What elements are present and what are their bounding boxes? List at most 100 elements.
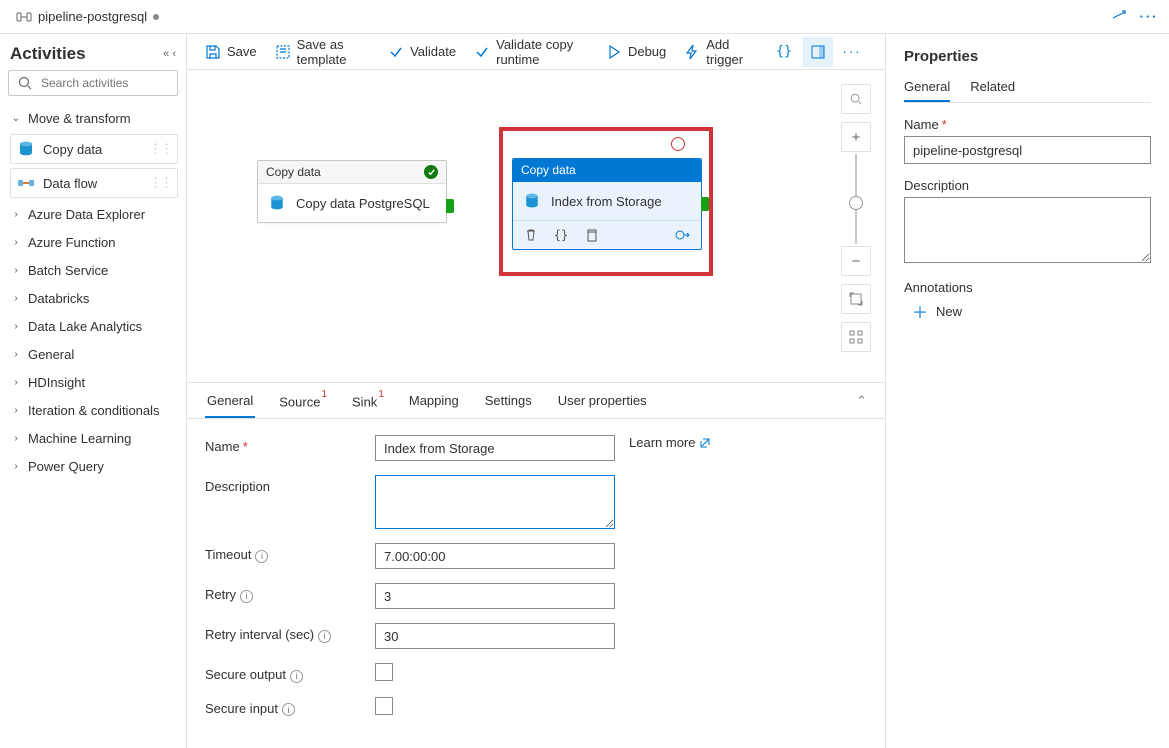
group-azure-function[interactable]: ›Azure Function (8, 228, 178, 256)
chevron-right-icon: › (10, 433, 22, 444)
activity-description-input[interactable] (375, 475, 615, 529)
lightning-icon (684, 44, 700, 60)
save-icon (205, 44, 221, 60)
tab-sink[interactable]: Sink1 (350, 383, 385, 418)
info-icon[interactable]: i (240, 590, 253, 603)
zoom-fit-button[interactable] (841, 284, 871, 314)
more-icon[interactable]: ··· (1141, 9, 1157, 25)
zoom-out-button[interactable]: − (841, 246, 871, 276)
editor-tab[interactable]: pipeline-postgresql (6, 5, 170, 29)
learn-more-link[interactable]: Learn more (629, 435, 711, 450)
info-icon[interactable]: i (318, 630, 331, 643)
group-azure-data-explorer[interactable]: ›Azure Data Explorer (8, 200, 178, 228)
chevron-right-icon: › (10, 209, 22, 220)
delete-icon[interactable] (523, 227, 539, 243)
add-annotation-button[interactable]: ＋ New (912, 299, 1151, 323)
retry-interval-input[interactable] (375, 623, 615, 649)
search-icon (17, 75, 33, 91)
properties-toggle-button[interactable] (803, 37, 833, 67)
chevron-down-icon: ⌄ (10, 113, 22, 124)
collapse-properties-icon[interactable]: ⌃ (856, 383, 867, 418)
database-icon (523, 192, 541, 210)
chevron-right-icon: › (10, 405, 22, 416)
tab-user-properties[interactable]: User properties (556, 383, 649, 418)
copy-icon[interactable] (583, 227, 599, 243)
activity-properties: General Source1 Sink1 Mapping Settings User p… (187, 382, 885, 748)
canvas-node[interactable]: Copy data Copy data PostgreSQL (257, 160, 447, 223)
validate-copy-button[interactable]: Validate copy runtime (474, 37, 588, 67)
activity-name-input[interactable] (375, 435, 615, 461)
group-batch-service[interactable]: ›Batch Service (8, 256, 178, 284)
code-view-button[interactable]: {} (769, 37, 799, 67)
secure-input-checkbox[interactable] (375, 697, 393, 715)
canvas-node-selected[interactable]: Copy data Index from Storage {} (512, 158, 702, 250)
zoom-slider[interactable] (855, 154, 857, 244)
collapse-panel-icon[interactable]: « ‹ (163, 48, 176, 60)
add-trigger-button[interactable]: Add trigger (684, 37, 751, 67)
info-icon[interactable]: i (282, 703, 295, 716)
toolbar-more-button[interactable]: ··· (837, 37, 867, 67)
timeout-input[interactable] (375, 543, 615, 569)
group-move-transform[interactable]: ⌄ Move & transform (8, 104, 178, 132)
run-icon[interactable] (675, 227, 691, 243)
chevron-right-icon: › (10, 265, 22, 276)
node-label: Copy data PostgreSQL (296, 196, 430, 211)
save-template-button[interactable]: Save as template (275, 37, 370, 67)
activity-copy-data[interactable]: Copy data ⋮⋮ (10, 134, 178, 164)
properties-title: Properties (904, 48, 1151, 65)
pipeline-toolbar: Save Save as template Validate Validate … (187, 34, 885, 70)
tab-mapping[interactable]: Mapping (407, 383, 461, 418)
pipeline-name-input[interactable] (904, 136, 1151, 164)
search-activities[interactable] (8, 70, 178, 96)
database-icon (17, 140, 35, 158)
tab-general[interactable]: General (205, 383, 255, 418)
dirty-indicator-icon (153, 14, 159, 20)
output-port[interactable] (446, 199, 454, 213)
group-power-query[interactable]: ›Power Query (8, 452, 178, 480)
check-icon (474, 44, 490, 60)
group-general[interactable]: ›General (8, 340, 178, 368)
pipeline-canvas[interactable]: Copy data Copy data PostgreSQL (187, 70, 885, 382)
group-machine-learning[interactable]: ›Machine Learning (8, 424, 178, 452)
chevron-right-icon: › (10, 349, 22, 360)
pipeline-properties-panel: Properties General Related Name* Descrip… (885, 34, 1169, 748)
validate-button[interactable]: Validate (388, 44, 456, 60)
output-port[interactable] (701, 197, 709, 211)
pipeline-icon (16, 9, 32, 25)
activity-data-flow[interactable]: Data flow ⋮⋮ (10, 168, 178, 198)
props-tab-related[interactable]: Related (970, 73, 1015, 102)
drag-handle-icon: ⋮⋮ (149, 141, 171, 157)
zoom-search-button[interactable] (841, 84, 871, 114)
status-error-icon (671, 137, 685, 151)
chevron-right-icon: › (10, 461, 22, 472)
database-icon (268, 194, 286, 212)
chevron-right-icon: › (10, 293, 22, 304)
info-icon[interactable]: i (255, 550, 268, 563)
node-label: Index from Storage (551, 194, 662, 209)
chevron-right-icon: › (10, 321, 22, 332)
check-icon (388, 44, 404, 60)
maximize-icon[interactable] (1111, 9, 1127, 25)
zoom-in-button[interactable]: + (841, 122, 871, 152)
info-icon[interactable]: i (290, 670, 303, 683)
debug-button[interactable]: Debug (606, 44, 666, 60)
group-data-lake-analytics[interactable]: ›Data Lake Analytics (8, 312, 178, 340)
pipeline-description-input[interactable] (904, 197, 1151, 263)
save-button[interactable]: Save (205, 44, 257, 60)
props-tab-general[interactable]: General (904, 73, 950, 102)
chevron-right-icon: › (10, 237, 22, 248)
secure-output-checkbox[interactable] (375, 663, 393, 681)
zoom-layout-button[interactable] (841, 322, 871, 352)
retry-input[interactable] (375, 583, 615, 609)
search-input[interactable] (39, 75, 198, 91)
tab-source[interactable]: Source1 (277, 383, 328, 418)
group-hdinsight[interactable]: ›HDInsight (8, 368, 178, 396)
activities-title: Activities (10, 44, 163, 64)
tab-settings[interactable]: Settings (483, 383, 534, 418)
code-icon[interactable]: {} (553, 227, 569, 243)
canvas-zoom-controls: + − (841, 84, 871, 352)
group-databricks[interactable]: ›Databricks (8, 284, 178, 312)
chevron-right-icon: › (10, 377, 22, 388)
group-iteration-conditionals[interactable]: ›Iteration & conditionals (8, 396, 178, 424)
dataflow-icon (17, 174, 35, 192)
